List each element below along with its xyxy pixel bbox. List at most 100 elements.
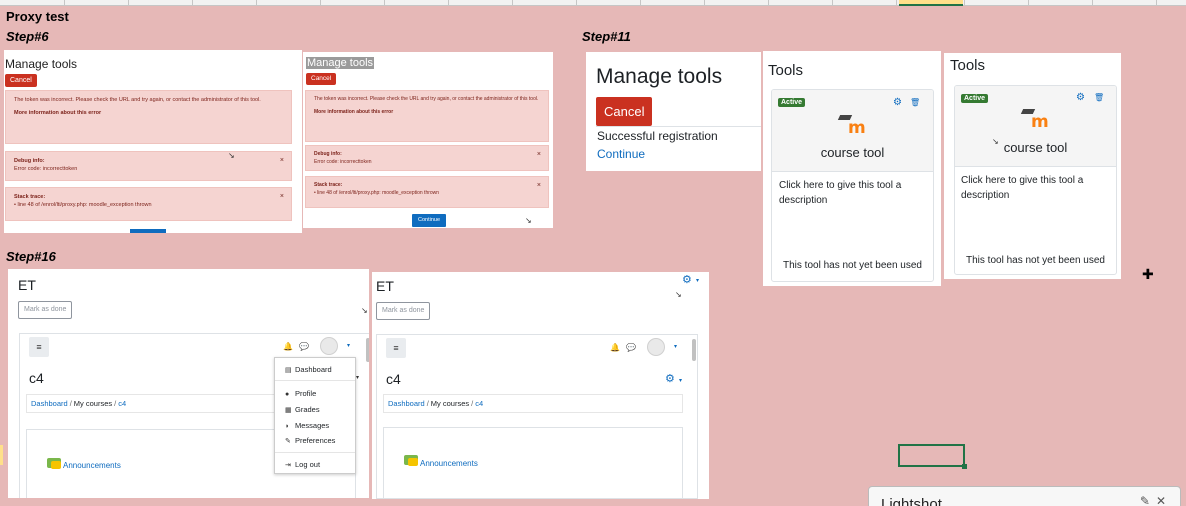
step11-tools-screenshot-a[interactable]: Tools Active ⚙ 🗑 m course tool Click her… [763,51,941,286]
messages-chat-icon[interactable]: 💬 [626,343,636,352]
more-info-link[interactable]: More information about this error [14,110,101,116]
continue-button-partial[interactable] [130,229,166,233]
step16-screenshot-a[interactable]: ET Mark as done ↘ ≡ 🔔 💬 ▾ c4 Dashboard / M… [8,269,369,498]
chevron-down-icon[interactable]: ▾ [696,277,699,284]
menu-item-grades[interactable]: ▦ Grades [285,405,320,414]
page-title: Manage tools [306,57,375,69]
chevron-down-icon[interactable]: ▾ [347,342,350,349]
status-badge: Active [778,98,806,107]
breadcrumb-dashboard[interactable]: Dashboard [31,399,68,408]
cancel-button[interactable]: Cancel [306,73,337,85]
breadcrumb-course[interactable]: c4 [475,399,483,408]
menu-item-preferences[interactable]: ✎ Preferences [285,436,335,445]
chevron-down-icon[interactable]: ▾ [679,377,682,384]
mouse-cursor-icon: ↘ [525,216,532,225]
step11-tools-screenshot-b[interactable]: Tools Active ⚙ 🗑 m course tool ↘ Click h… [944,53,1121,279]
column-header-bar [0,0,1186,6]
error-alert: The token was incorrect. Please check th… [5,90,292,144]
wrench-icon[interactable]: ✎ [1140,494,1156,506]
tool-name[interactable]: course tool [772,145,933,160]
stack-heading: Stack trace: [314,182,343,188]
tool-description[interactable]: Click here to give this tool a descripti… [779,179,919,208]
stack-text: • line 48 of /enrol/lti/proxy.php: moodl… [314,189,440,196]
step16-screenshot-b[interactable]: ET ⚙ ▾ ↘ Mark as done ≡ 🔔 💬 ▾ c4 ⚙ ▾ Das… [372,272,709,499]
debug-alert: Debug info: Error code: incorrecttoken × [305,145,549,171]
step6-screenshot-b[interactable]: Manage tools Cancel The token was incorr… [303,52,553,228]
notifications-bell-icon[interactable]: 🔔 [610,343,620,352]
step-label-6: Step#6 [6,29,49,44]
tools-title: Tools [950,57,986,74]
mark-as-done-button[interactable]: Mark as done [18,301,73,319]
breadcrumb-my-courses[interactable]: My courses [74,399,112,408]
gear-icon[interactable]: ⚙ [665,372,675,385]
selected-column-header[interactable] [899,0,963,6]
hamburger-menu-icon[interactable]: ≡ [386,338,406,358]
embedded-moodle-frame[interactable]: ≡ 🔔 💬 ▾ c4 ⚙ ▾ Dashboard / My courses / c4 A… [376,334,698,499]
continue-button[interactable]: Continue [412,214,447,227]
announcements-link[interactable]: Announcements [420,459,478,468]
activity-title: ET [376,278,394,294]
tool-card[interactable]: Active ⚙ 🗑 m course tool Click here to g… [771,89,934,282]
lightshot-window-controls[interactable]: ✎✕ [1140,494,1172,506]
selected-row-header[interactable] [0,445,3,465]
selected-cell[interactable] [898,444,967,469]
chevron-down-icon[interactable]: ▾ [356,374,359,381]
mark-as-done-button[interactable]: Mark as done [376,302,431,320]
close-icon[interactable]: × [537,181,541,192]
stack-alert: Stack trace: • line 48 of /enrol/lti/pro… [5,187,292,221]
messages-chat-icon[interactable]: 💬 [299,342,309,351]
avatar[interactable] [320,337,338,355]
move-cursor-icon: ✚ [1142,266,1154,282]
trash-icon[interactable]: 🗑 [1094,93,1104,103]
stack-text: • line 48 of /enrol/lti/proxy.php: moodl… [14,202,152,209]
course-title: c4 [29,370,44,386]
announcements-link[interactable]: Announcements [63,461,121,470]
breadcrumb-my-courses[interactable]: My courses [431,399,469,408]
close-icon[interactable]: × [280,192,284,203]
more-info-link[interactable]: More information about this error [314,109,393,115]
breadcrumb: Dashboard / My courses / c4 [383,394,683,413]
course-title: c4 [386,371,401,387]
menu-item-profile[interactable]: ● Profile [285,389,316,398]
close-icon[interactable]: ✕ [1156,494,1172,506]
tool-card[interactable]: Active ⚙ 🗑 m course tool ↘ Click here to… [954,85,1117,275]
gear-icon[interactable]: ⚙ [893,98,902,108]
notifications-bell-icon[interactable]: 🔔 [283,342,293,351]
menu-item-logout[interactable]: ⇥ Log out [285,460,320,469]
lightshot-window[interactable]: Lightshot ✎✕ [868,486,1181,506]
debug-text: Error code: incorrecttoken [314,158,372,165]
error-alert: The token was incorrect. Please check th… [305,90,549,142]
avatar[interactable] [647,338,665,356]
gear-icon[interactable]: ⚙ [1076,93,1085,103]
step11-registration-screenshot[interactable]: Manage tools Cancel Successful registrat… [586,52,761,171]
success-message: Successful registration [597,129,718,143]
tool-name[interactable]: course tool [955,140,1116,155]
debug-heading: Debug info: [14,158,45,164]
cancel-button[interactable]: Cancel [5,74,37,87]
moodle-logo-icon: m [1020,109,1049,132]
cancel-button[interactable]: Cancel [596,97,653,126]
scrollbar[interactable] [692,339,696,361]
status-badge: Active [961,94,989,103]
gear-icon[interactable]: ⚙ [682,273,692,286]
stack-heading: Stack trace: [14,194,46,200]
tool-usage-status: This tool has not yet been used [966,255,1105,266]
breadcrumb-dashboard[interactable]: Dashboard [388,399,425,408]
chevron-down-icon[interactable]: ▾ [674,343,677,350]
close-icon[interactable]: × [280,156,284,167]
hamburger-menu-icon[interactable]: ≡ [29,337,49,357]
breadcrumb-course[interactable]: c4 [118,399,126,408]
debug-alert: Debug info: Error code: incorrecttoken × [5,151,292,181]
trash-icon[interactable]: 🗑 [910,98,920,108]
tool-description[interactable]: Click here to give this tool a descripti… [961,174,1101,203]
menu-item-dashboard[interactable]: ▤ Dashboard [285,365,332,374]
page-title: Manage tools [5,57,78,71]
mouse-cursor-icon: ↘ [992,137,999,146]
close-icon[interactable]: × [537,150,541,161]
menu-item-messages[interactable]: ◗ Messages [285,421,329,430]
scrollbar[interactable] [366,338,369,362]
step6-screenshot-a[interactable]: Manage tools Cancel The token was incorr… [4,50,302,233]
continue-link[interactable]: Continue [597,147,645,161]
user-dropdown-menu: ▤ Dashboard ● Profile ▦ Grades ◗ Messages ✎ P… [274,357,356,474]
embedded-moodle-frame[interactable]: ≡ 🔔 💬 ▾ c4 Dashboard / My courses / c4 Annou… [19,333,369,498]
